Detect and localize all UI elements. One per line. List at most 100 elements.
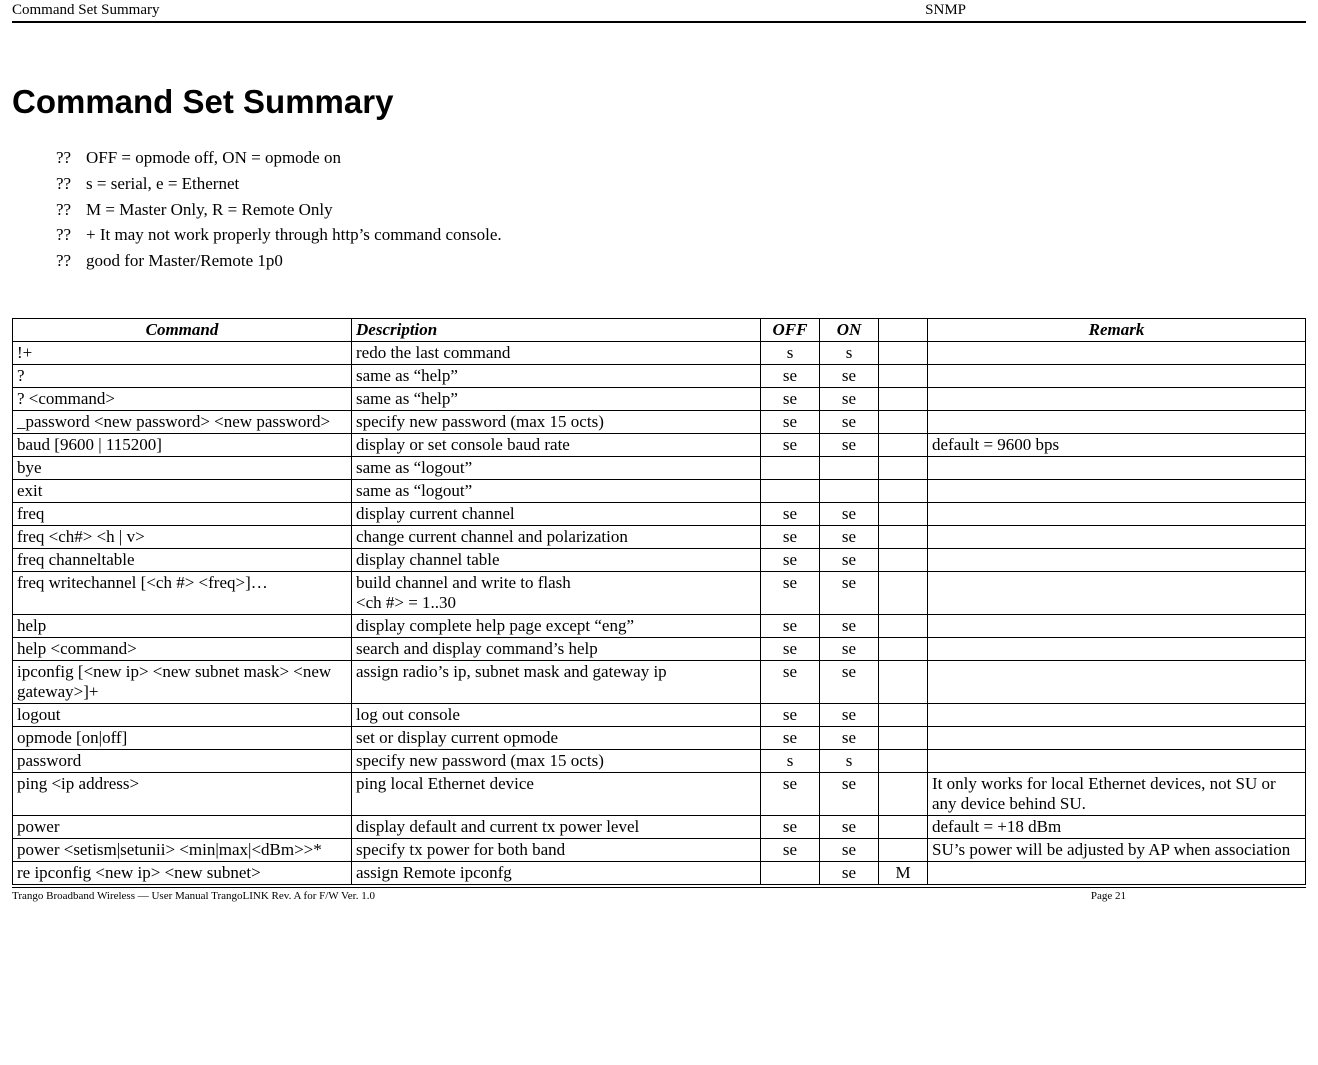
cell-on: se: [820, 364, 879, 387]
command-table: Command Description OFF ON Remark !+redo…: [12, 318, 1306, 885]
cell-description: assign radio’s ip, subnet mask and gatew…: [352, 660, 761, 703]
cell-on: se: [820, 571, 879, 614]
cell-mr: [879, 838, 928, 861]
col-on: ON: [820, 318, 879, 341]
cell-mr: [879, 815, 928, 838]
cell-remark: [928, 703, 1306, 726]
cell-on: se: [820, 861, 879, 884]
col-off: OFF: [761, 318, 820, 341]
cell-on: se: [820, 660, 879, 703]
cell-on: s: [820, 341, 879, 364]
table-row: passwordspecify new password (max 15 oct…: [13, 749, 1306, 772]
cell-off: se: [761, 410, 820, 433]
cell-mr: [879, 660, 928, 703]
cell-remark: default = +18 dBm: [928, 815, 1306, 838]
cell-mr: [879, 502, 928, 525]
table-row: logoutlog out consolesese: [13, 703, 1306, 726]
list-item: good for Master/Remote 1p0: [56, 248, 1306, 274]
cell-remark: [928, 861, 1306, 884]
cell-on: se: [820, 525, 879, 548]
cell-mr: [879, 410, 928, 433]
cell-remark: [928, 341, 1306, 364]
page-title: Command Set Summary: [12, 83, 1306, 121]
cell-command: password: [13, 749, 352, 772]
cell-mr: [879, 433, 928, 456]
cell-remark: [928, 637, 1306, 660]
cell-description: set or display current opmode: [352, 726, 761, 749]
table-row: freq channeltabledisplay channel tablese…: [13, 548, 1306, 571]
table-header-row: Command Description OFF ON Remark: [13, 318, 1306, 341]
cell-off: [761, 861, 820, 884]
footer-right: Page 21: [1091, 890, 1306, 902]
cell-off: [761, 479, 820, 502]
col-mr: [879, 318, 928, 341]
header-left: Command Set Summary: [12, 2, 160, 19]
cell-off: se: [761, 571, 820, 614]
cell-remark: default = 9600 bps: [928, 433, 1306, 456]
cell-off: se: [761, 525, 820, 548]
cell-on: se: [820, 548, 879, 571]
cell-off: se: [761, 637, 820, 660]
cell-mr: [879, 772, 928, 815]
cell-remark: [928, 364, 1306, 387]
cell-command: baud [9600 | 115200]: [13, 433, 352, 456]
table-row: _password <new password> <new password>s…: [13, 410, 1306, 433]
cell-command: re ipconfig <new ip> <new subnet>: [13, 861, 352, 884]
col-remark: Remark: [928, 318, 1306, 341]
cell-mr: [879, 571, 928, 614]
footer-left: Trango Broadband Wireless — User Manual …: [12, 890, 375, 902]
cell-description: display or set console baud rate: [352, 433, 761, 456]
cell-description: display channel table: [352, 548, 761, 571]
cell-off: se: [761, 660, 820, 703]
cell-off: s: [761, 341, 820, 364]
cell-command: help: [13, 614, 352, 637]
table-row: freqdisplay current channelsese: [13, 502, 1306, 525]
table-row: !+redo the last commandss: [13, 341, 1306, 364]
table-row: ? <command>same as “help”sese: [13, 387, 1306, 410]
cell-off: se: [761, 815, 820, 838]
cell-mr: M: [879, 861, 928, 884]
cell-remark: [928, 410, 1306, 433]
cell-remark: [928, 726, 1306, 749]
cell-remark: [928, 456, 1306, 479]
cell-remark: [928, 525, 1306, 548]
cell-description: same as “logout”: [352, 456, 761, 479]
cell-remark: [928, 614, 1306, 637]
cell-on: se: [820, 614, 879, 637]
cell-remark: SU’s power will be adjusted by AP when a…: [928, 838, 1306, 861]
cell-command: freq writechannel [<ch #> <freq>]…: [13, 571, 352, 614]
table-row: freq writechannel [<ch #> <freq>]…build …: [13, 571, 1306, 614]
cell-command: freq <ch#> <h | v>: [13, 525, 352, 548]
list-item: s = serial, e = Ethernet: [56, 171, 1306, 197]
cell-command: freq: [13, 502, 352, 525]
table-row: helpdisplay complete help page except “e…: [13, 614, 1306, 637]
list-item: OFF = opmode off, ON = opmode on: [56, 145, 1306, 171]
table-row: baud [9600 | 115200]display or set conso…: [13, 433, 1306, 456]
cell-on: se: [820, 387, 879, 410]
cell-off: s: [761, 749, 820, 772]
cell-command: help <command>: [13, 637, 352, 660]
page-header: Command Set Summary SNMP: [12, 0, 1306, 23]
cell-remark: [928, 502, 1306, 525]
cell-off: [761, 456, 820, 479]
list-item: + It may not work properly through http’…: [56, 222, 1306, 248]
cell-on: [820, 479, 879, 502]
cell-description: redo the last command: [352, 341, 761, 364]
cell-command: ?: [13, 364, 352, 387]
cell-on: se: [820, 637, 879, 660]
cell-description: ping local Ethernet device: [352, 772, 761, 815]
cell-off: se: [761, 726, 820, 749]
cell-off: se: [761, 838, 820, 861]
cell-command: ping <ip address>: [13, 772, 352, 815]
table-row: opmode [on|off]set or display current op…: [13, 726, 1306, 749]
cell-mr: [879, 637, 928, 660]
cell-description: search and display command’s help: [352, 637, 761, 660]
cell-off: se: [761, 614, 820, 637]
cell-remark: [928, 479, 1306, 502]
cell-on: se: [820, 703, 879, 726]
cell-remark: [928, 571, 1306, 614]
cell-mr: [879, 341, 928, 364]
cell-description: build channel and write to flash<ch #> =…: [352, 571, 761, 614]
cell-description: same as “help”: [352, 387, 761, 410]
cell-command: opmode [on|off]: [13, 726, 352, 749]
